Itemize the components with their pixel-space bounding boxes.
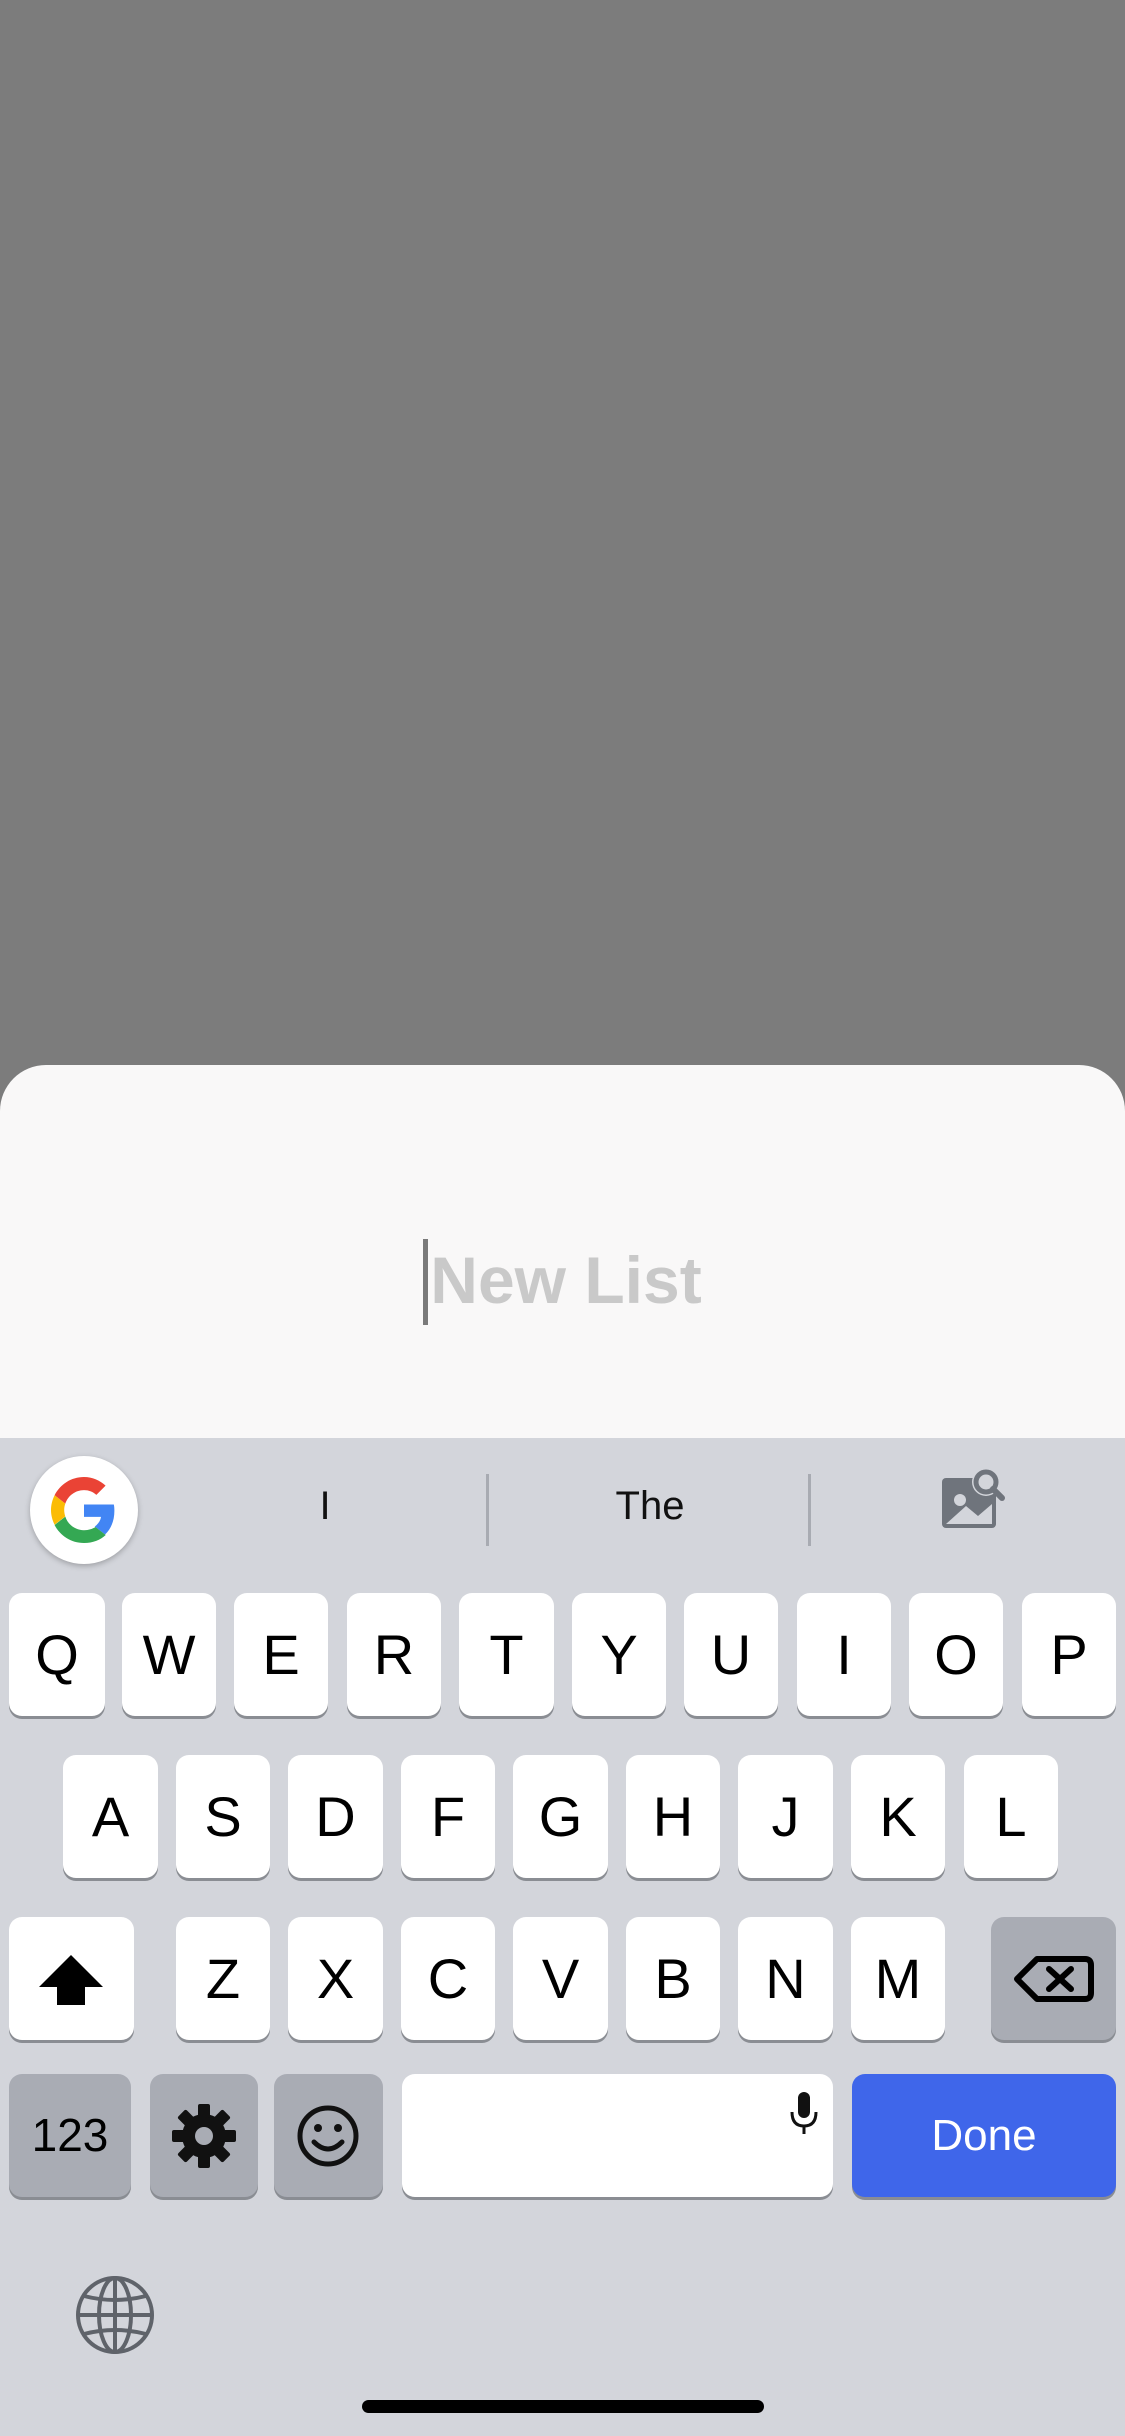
key-label: A bbox=[91, 1785, 130, 1848]
shift-arrow-icon bbox=[39, 1955, 103, 2005]
key-label: N bbox=[765, 1947, 806, 2010]
key-label: X bbox=[316, 1947, 355, 2010]
smiley-icon bbox=[297, 2105, 359, 2167]
key-label: H bbox=[652, 1785, 694, 1848]
key-label: Y bbox=[600, 1623, 638, 1686]
space-key[interactable] bbox=[402, 2074, 833, 2197]
key-label: C bbox=[427, 1947, 469, 2010]
suggestion-bar: I The bbox=[0, 1438, 1125, 1578]
google-search-button[interactable] bbox=[30, 1456, 138, 1564]
key-b[interactable]: B bbox=[626, 1917, 720, 2040]
home-indicator[interactable] bbox=[362, 2400, 764, 2413]
key-label: E bbox=[262, 1623, 300, 1686]
key-f[interactable]: F bbox=[401, 1755, 495, 1878]
emoji-key[interactable] bbox=[274, 2074, 383, 2197]
key-label: O bbox=[934, 1623, 978, 1686]
globe-icon bbox=[76, 2276, 154, 2354]
microphone-icon bbox=[790, 2092, 818, 2134]
key-d[interactable]: D bbox=[288, 1755, 383, 1878]
backspace-icon bbox=[1014, 1956, 1094, 2002]
key-label: Q bbox=[35, 1623, 79, 1686]
suggestion-divider bbox=[808, 1474, 811, 1546]
key-c[interactable]: C bbox=[401, 1917, 495, 2040]
key-label: S bbox=[204, 1785, 242, 1848]
settings-key[interactable] bbox=[150, 2074, 258, 2197]
key-label: M bbox=[874, 1947, 922, 2010]
numbers-key[interactable]: 123 bbox=[9, 2074, 131, 2197]
key-label: K bbox=[879, 1785, 917, 1848]
key-label: J bbox=[771, 1785, 800, 1848]
key-j[interactable]: J bbox=[738, 1755, 833, 1878]
key-label: P bbox=[1050, 1623, 1088, 1686]
key-y[interactable]: Y bbox=[572, 1593, 666, 1716]
key-p[interactable]: P bbox=[1022, 1593, 1116, 1716]
numbers-key-label: 123 bbox=[31, 2109, 109, 2161]
key-label: T bbox=[489, 1623, 524, 1686]
key-z[interactable]: Z bbox=[176, 1917, 270, 2040]
suggestion-2[interactable]: The bbox=[500, 1466, 800, 1546]
key-label: V bbox=[541, 1947, 580, 2010]
key-h[interactable]: H bbox=[626, 1755, 720, 1878]
dimmed-backdrop[interactable] bbox=[0, 0, 1125, 1070]
list-name-placeholder: New List bbox=[430, 1243, 702, 1317]
done-button[interactable]: Done bbox=[852, 2074, 1116, 2197]
new-list-sheet: New List bbox=[0, 1065, 1125, 1440]
key-x[interactable]: X bbox=[288, 1917, 383, 2040]
image-search-icon bbox=[942, 1468, 1005, 1528]
shift-key[interactable] bbox=[9, 1917, 134, 2040]
key-v[interactable]: V bbox=[513, 1917, 608, 2040]
key-label: Z bbox=[205, 1947, 241, 2010]
key-k[interactable]: K bbox=[851, 1755, 945, 1878]
key-label: R bbox=[373, 1623, 415, 1686]
key-q[interactable]: Q bbox=[9, 1593, 105, 1716]
key-u[interactable]: U bbox=[684, 1593, 778, 1716]
key-n[interactable]: N bbox=[738, 1917, 833, 2040]
done-button-label: Done bbox=[931, 2111, 1037, 2160]
key-e[interactable]: E bbox=[234, 1593, 328, 1716]
key-o[interactable]: O bbox=[909, 1593, 1003, 1716]
keyboard: I The Q W E R T Y U I O P A S D F G H J … bbox=[0, 1438, 1125, 2436]
key-label: U bbox=[710, 1623, 752, 1686]
key-a[interactable]: A bbox=[63, 1755, 158, 1878]
suggestion-1[interactable]: I bbox=[175, 1466, 475, 1546]
key-m[interactable]: M bbox=[851, 1917, 945, 2040]
key-label: W bbox=[142, 1623, 196, 1686]
list-name-input[interactable]: New List bbox=[0, 1238, 1125, 1329]
key-label: I bbox=[836, 1623, 852, 1686]
key-label: L bbox=[995, 1785, 1027, 1848]
image-search-button[interactable] bbox=[936, 1464, 1008, 1536]
key-g[interactable]: G bbox=[513, 1755, 608, 1878]
gear-icon bbox=[172, 2104, 236, 2168]
key-t[interactable]: T bbox=[459, 1593, 554, 1716]
suggestion-divider bbox=[486, 1474, 489, 1546]
key-l[interactable]: L bbox=[964, 1755, 1058, 1878]
google-g-icon bbox=[51, 1477, 115, 1543]
text-cursor bbox=[423, 1238, 429, 1325]
key-r[interactable]: R bbox=[347, 1593, 441, 1716]
key-label: B bbox=[654, 1947, 692, 2010]
key-s[interactable]: S bbox=[176, 1755, 270, 1878]
key-i[interactable]: I bbox=[797, 1593, 891, 1716]
key-label: G bbox=[538, 1785, 583, 1848]
key-label: F bbox=[430, 1785, 466, 1848]
globe-button[interactable] bbox=[74, 2274, 156, 2356]
key-label: D bbox=[315, 1785, 356, 1848]
key-w[interactable]: W bbox=[122, 1593, 216, 1716]
backspace-key[interactable] bbox=[991, 1917, 1116, 2040]
